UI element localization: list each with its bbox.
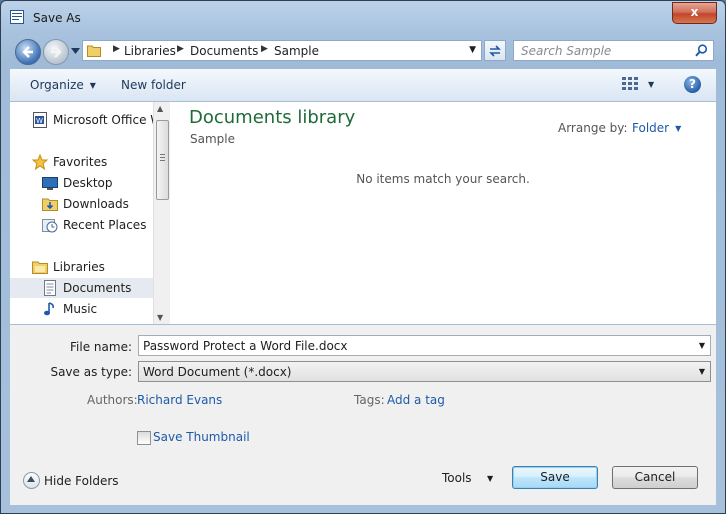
svg-text:W: W	[36, 117, 43, 125]
navigation-scrollbar[interactable]: ▲ ▼	[153, 102, 170, 324]
nav-item-recent-places[interactable]: Recent Places	[10, 215, 153, 235]
chevron-down-icon: ▼	[89, 81, 96, 90]
refresh-button[interactable]	[484, 40, 506, 61]
libraries-icon	[32, 261, 48, 274]
scroll-up-arrow-icon[interactable]: ▲	[157, 104, 163, 113]
file-name-label: File name:	[70, 340, 132, 354]
folder-icon	[87, 45, 101, 57]
tags-label: Tags:	[354, 393, 385, 407]
change-view-icon[interactable]	[622, 77, 638, 91]
arrange-by-dropdown[interactable]: Folder ▼	[632, 121, 681, 135]
save-options-panel: File name: Password Protect a Word File.…	[10, 325, 716, 505]
nav-item-libraries[interactable]: Libraries	[10, 257, 153, 277]
close-button[interactable]: x	[672, 2, 717, 24]
back-button[interactable]	[15, 39, 41, 65]
breadcrumb-arrow-icon[interactable]: ▶	[177, 44, 184, 54]
file-name-dropdown-icon[interactable]: ▼	[699, 341, 705, 350]
nav-item-music[interactable]: Music	[10, 299, 153, 319]
arrange-by-label: Arrange by:	[558, 121, 628, 135]
organize-label: Organize	[30, 78, 84, 92]
save-button[interactable]: Save	[512, 466, 598, 489]
refresh-icon	[489, 45, 501, 57]
nav-item-label: Downloads	[63, 197, 129, 211]
nav-item-favorites[interactable]: Favorites	[10, 152, 153, 172]
save-as-type-label: Save as type:	[50, 365, 132, 379]
save-thumbnail-label[interactable]: Save Thumbnail	[153, 430, 250, 444]
forward-button[interactable]	[43, 39, 69, 65]
scroll-down-arrow-icon[interactable]: ▼	[157, 313, 163, 322]
search-placeholder: Search Sample	[521, 44, 612, 58]
file-list-pane[interactable]: Documents library Sample Arrange by: Fol…	[170, 102, 716, 324]
authors-field[interactable]: Richard Evans	[137, 393, 222, 407]
breadcrumb-sample[interactable]: Sample	[274, 44, 319, 58]
hide-folders-chevron-up-icon[interactable]	[23, 472, 40, 489]
search-icon	[695, 44, 708, 57]
file-name-value: Password Protect a Word File.docx	[143, 339, 348, 353]
nav-item-desktop[interactable]: Desktop	[10, 173, 153, 193]
breadcrumb-arrow-icon[interactable]: ▶	[261, 44, 268, 54]
hide-folders-button[interactable]: Hide Folders	[44, 474, 119, 488]
back-arrow-icon	[22, 46, 33, 58]
address-dropdown-icon[interactable]: ▼	[469, 45, 476, 55]
nav-item-label: Microsoft Office W	[53, 113, 153, 127]
forward-arrow-icon	[51, 46, 62, 58]
nav-item-downloads[interactable]: Downloads	[10, 194, 153, 214]
save-as-dialog: Save As x ▶ Libraries ▶ Documents ▶ Samp…	[0, 0, 726, 514]
recent-places-icon	[42, 219, 58, 233]
address-bar[interactable]: ▶ Libraries ▶ Documents ▶ Sample ▼	[82, 40, 482, 61]
word-document-icon: W	[33, 112, 47, 128]
window-title: Save As	[33, 11, 81, 25]
music-icon	[44, 302, 54, 316]
authors-label: Authors:	[87, 393, 138, 407]
documents-icon	[44, 280, 56, 296]
scroll-thumb[interactable]	[156, 120, 169, 200]
library-title: Documents library	[189, 107, 356, 128]
save-as-type-value: Word Document (*.docx)	[143, 365, 292, 379]
desktop-icon	[42, 177, 58, 190]
cancel-button[interactable]: Cancel	[612, 466, 698, 489]
library-subtitle: Sample	[190, 132, 235, 146]
help-button[interactable]: ?	[684, 76, 701, 93]
word-app-icon	[10, 10, 24, 24]
organize-button[interactable]: Organize ▼	[30, 78, 96, 92]
search-input[interactable]: Search Sample	[513, 40, 714, 61]
nav-item-label: Recent Places	[63, 218, 147, 232]
recent-pages-chevron-down-icon[interactable]	[71, 48, 80, 54]
nav-item-label: Documents	[63, 281, 132, 295]
view-options-chevron-icon[interactable]: ▼	[648, 80, 654, 89]
nav-item-label: Favorites	[53, 155, 108, 169]
tools-chevron-down-icon[interactable]: ▼	[487, 474, 493, 483]
file-name-field[interactable]: Password Protect a Word File.docx ▼	[138, 335, 711, 356]
chevron-down-icon: ▼	[698, 367, 705, 376]
command-toolbar: Organize ▼ New folder ▼ ?	[10, 69, 716, 102]
arrange-by-value: Folder	[632, 121, 670, 135]
breadcrumb-arrow-icon[interactable]: ▶	[113, 44, 120, 54]
empty-message: No items match your search.	[356, 172, 530, 186]
scroll-grip	[160, 154, 165, 162]
save-as-type-select[interactable]: Word Document (*.docx) ▼	[138, 361, 711, 382]
nav-item-documents[interactable]: Documents	[10, 278, 153, 298]
downloads-folder-icon	[42, 198, 58, 211]
save-thumbnail-checkbox[interactable]	[137, 431, 151, 445]
nav-item-label: Music	[63, 302, 98, 316]
title-bar[interactable]: Save As x	[1, 1, 725, 37]
breadcrumb-documents[interactable]: Documents	[190, 44, 258, 58]
nav-item-label: Desktop	[63, 176, 113, 190]
star-icon	[32, 154, 48, 170]
breadcrumb-libraries[interactable]: Libraries	[124, 44, 176, 58]
new-folder-button[interactable]: New folder	[121, 78, 186, 92]
navigation-pane: W Microsoft Office W Favorites Desktop D…	[10, 102, 153, 324]
nav-item-microsoft-office-word[interactable]: W Microsoft Office W	[10, 110, 153, 130]
nav-item-label: Libraries	[53, 260, 105, 274]
tags-field[interactable]: Add a tag	[387, 393, 445, 407]
tools-button[interactable]: Tools	[442, 471, 472, 485]
chevron-down-icon: ▼	[675, 124, 682, 133]
